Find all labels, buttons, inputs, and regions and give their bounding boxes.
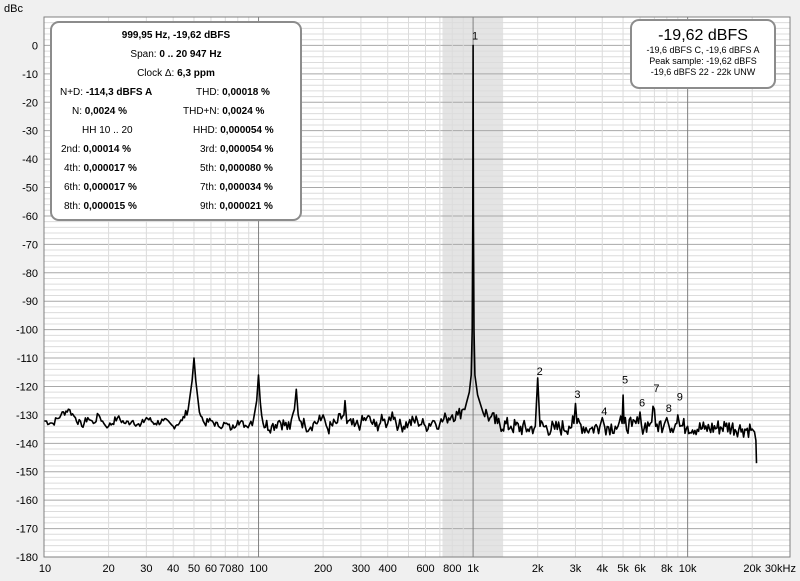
y-tick-label: -100: [16, 325, 38, 337]
harmonic-marker: 6: [639, 397, 645, 409]
clock-delta: Clock Δ: 6,3 ppm: [137, 68, 215, 79]
x-tick-label: 30kHz: [765, 563, 796, 575]
x-tick-label: 100: [249, 563, 267, 575]
y-tick-label: -50: [22, 183, 38, 195]
y-tick-label: -80: [22, 268, 38, 280]
y-tick-label: -40: [22, 154, 38, 166]
h7-metric: 7th: 0,000034 %: [200, 182, 273, 193]
x-tick-label: 4k: [596, 563, 608, 575]
level-unweighted: -19,6 dBFS 22 - 22k UNW: [650, 67, 756, 77]
y-tick-label: 0: [32, 40, 38, 52]
n-metric: N: 0,0024 %: [72, 106, 128, 117]
x-tick-label: 1k: [467, 563, 479, 575]
x-tick-label: 600: [416, 563, 434, 575]
level-box: -19,62 dBFS -19,6 dBFS C, -19,6 dBFS A P…: [630, 19, 776, 89]
level-main: -19,62 dBFS: [658, 27, 748, 44]
h4-metric: 4th: 0,000017 %: [64, 163, 137, 174]
harmonic-marker: 4: [601, 406, 607, 418]
h6-metric: 6th: 0,000017 %: [64, 182, 137, 193]
y-tick-label: -70: [22, 239, 38, 251]
x-tick-label: 5k: [617, 563, 629, 575]
y-tick-label: -140: [16, 438, 38, 450]
harmonic-marker: 8: [666, 403, 672, 415]
y-tick-label: -160: [16, 495, 38, 507]
harmonic-marker: 1: [472, 31, 478, 43]
y-tick-label: -110: [17, 353, 38, 365]
x-tick-label: 800: [443, 563, 461, 575]
harmonic-marker: 9: [677, 392, 683, 404]
y-tick-label: -90: [22, 296, 38, 308]
x-tick-label: 20k: [743, 563, 761, 575]
h5-metric: 5th: 0,000080 %: [200, 163, 273, 174]
x-tick-label: 10: [39, 563, 51, 575]
x-axis: 10 20 30 40 50 60 70 80 100 200 300 400 600 800 1k 2k 3k…: [39, 563, 796, 575]
h3-metric: 3rd: 0,000054 %: [200, 144, 274, 155]
y-tick-label: -10: [22, 69, 38, 81]
x-tick-label: 8k: [661, 563, 673, 575]
y-tick-label: -60: [22, 211, 38, 223]
span: Span: 0 .. 20 947 Hz: [130, 49, 222, 60]
x-tick-label: 20: [102, 563, 114, 575]
level-weighted: -19,6 dBFS C, -19,6 dBFS A: [646, 45, 760, 55]
y-tick-label: -180: [16, 552, 38, 564]
y-tick-label: -170: [16, 524, 38, 536]
x-tick-label: 10k: [679, 563, 697, 575]
y-axis: 0 -10 -20 -30 -40 -50 -60 -70 -80 -90 -100 -110 -120…: [16, 40, 38, 564]
level-peak-sample: Peak sample: -19,62 dBFS: [649, 56, 757, 66]
y-axis-label: dBc: [4, 3, 23, 15]
h2-metric: 2nd: 0,00014 %: [61, 144, 132, 155]
harmonic-marker: 2: [537, 366, 543, 378]
x-tick-label: 60: [205, 563, 217, 575]
x-tick-label: 200: [314, 563, 332, 575]
hh-range: HH 10 .. 20: [82, 125, 133, 136]
h9-metric: 9th: 0,000021 %: [200, 201, 273, 212]
thd-metric: THD: 0,00018 %: [196, 87, 270, 98]
frequency-level: 999,95 Hz, -19,62 dBFS: [121, 30, 231, 41]
x-tick-label: 300: [352, 563, 370, 575]
harmonic-marker: 3: [574, 389, 580, 401]
y-tick-label: -120: [16, 381, 38, 393]
harmonic-marker: 7: [653, 383, 659, 395]
y-tick-label: -20: [22, 97, 38, 109]
measurement-info-box: 999,95 Hz, -19,62 dBFS Span: 0 .. 20 947…: [50, 21, 302, 221]
x-tick-label: 2k: [532, 563, 544, 575]
harmonic-marker: 5: [622, 375, 628, 387]
x-tick-label: 80: [232, 563, 244, 575]
x-tick-label: 400: [379, 563, 397, 575]
x-tick-label: 6k: [634, 563, 646, 575]
y-tick-label: -150: [16, 467, 38, 479]
hhd-metric: HHD: 0,000054 %: [193, 125, 274, 136]
h8-metric: 8th: 0,000015 %: [64, 201, 137, 212]
x-tick-label: 3k: [570, 563, 582, 575]
x-tick-label: 70: [219, 563, 231, 575]
y-tick-label: -30: [22, 126, 38, 138]
x-tick-label: 40: [167, 563, 179, 575]
y-tick-label: -130: [16, 410, 38, 422]
thdn-metric: THD+N: 0,0024 %: [183, 106, 265, 117]
x-tick-label: 30: [140, 563, 152, 575]
nd-metric: N+D: -114,3 dBFS A: [60, 87, 153, 98]
x-tick-label: 50: [188, 563, 200, 575]
